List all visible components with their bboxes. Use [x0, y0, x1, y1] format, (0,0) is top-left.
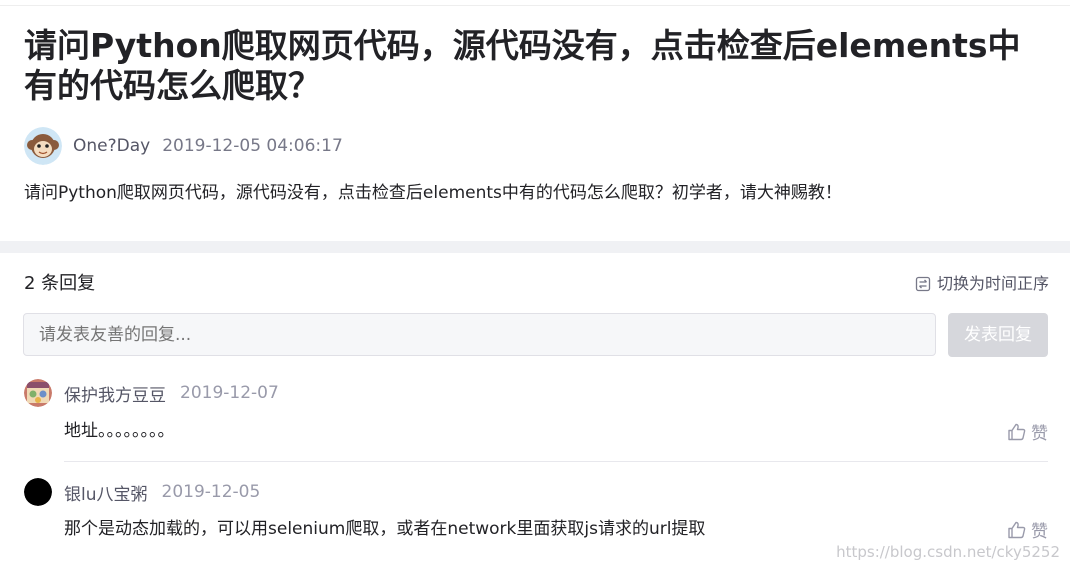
reply-author[interactable]: 保护我方豆豆 — [64, 381, 166, 406]
sort-icon — [915, 276, 931, 292]
post-body: 请问Python爬取网页代码，源代码没有，点击检查后elements中有的代码怎… — [24, 183, 842, 203]
page-title: 请问Python爬取网页代码，源代码没有，点击检查后elements中有的代码怎… — [24, 26, 1021, 105]
sort-toggle[interactable]: 切换为时间正序 — [915, 272, 1049, 296]
reply-count: 2 条回复 — [24, 273, 96, 294]
section-separator — [0, 241, 1070, 253]
submit-reply-button[interactable]: 发表回复 — [948, 313, 1048, 357]
reply-time: 2019-12-07 — [180, 383, 279, 403]
monkey-avatar-icon[interactable] — [24, 127, 62, 165]
post-author-row: One?Day 2019-12-05 04:06:17 — [24, 127, 343, 165]
reply-content: 地址。。。。。。。。 — [64, 421, 175, 441]
black-circle-avatar-icon[interactable] — [24, 478, 52, 506]
reply-author[interactable]: 银lu八宝粥 — [64, 480, 148, 505]
watermark: https://blog.csdn.net/cky5252 — [836, 543, 1060, 561]
reply-divider — [64, 461, 1048, 462]
post-time: 2019-12-05 04:06:17 — [162, 136, 343, 156]
thumbs-up-icon — [1008, 521, 1026, 538]
like-label: 赞 — [1031, 424, 1048, 444]
thumbs-up-icon — [1008, 423, 1026, 440]
reply-item: 银lu八宝粥 2019-12-05 那个是动态加载的，可以用selenium爬取… — [24, 478, 1048, 542]
sort-label: 切换为时间正序 — [936, 274, 1049, 293]
reply-content: 那个是动态加载的，可以用selenium爬取，或者在network里面获取js请… — [64, 519, 706, 539]
anime-avatar-icon[interactable] — [24, 379, 52, 407]
like-button[interactable]: 赞 — [1007, 517, 1048, 542]
reply-input[interactable] — [23, 313, 936, 356]
like-button[interactable]: 赞 — [1007, 419, 1048, 444]
reply-time: 2019-12-05 — [161, 482, 261, 502]
top-divider — [0, 0, 1070, 6]
reply-item: 保护我方豆豆 2019-12-07 地址。。。。。。。。 赞 — [24, 379, 1048, 444]
author-name[interactable]: One?Day — [73, 136, 150, 156]
like-label: 赞 — [1031, 522, 1048, 542]
